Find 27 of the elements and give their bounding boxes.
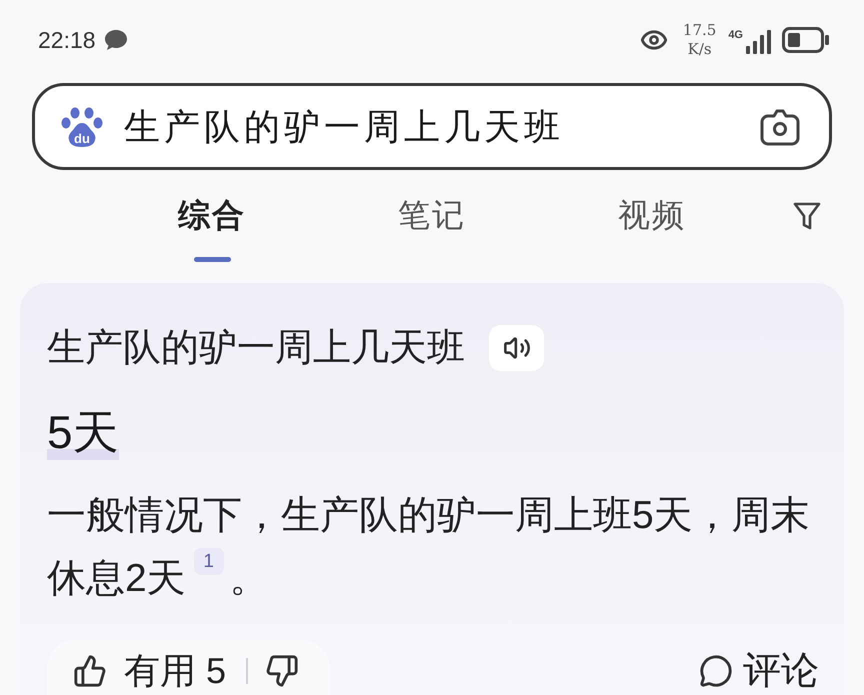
question-title: 生产队的驴一周上几天班	[47, 326, 465, 371]
comment-icon	[699, 654, 733, 688]
network-speed-value: 17.5	[682, 23, 716, 38]
search-bar[interactable]: du 生产队的驴一周上几天班	[32, 83, 832, 170]
citation-link[interactable]: 1	[194, 548, 224, 575]
tab[interactable]: 笔记	[398, 195, 466, 235]
filter-button[interactable]	[793, 201, 821, 231]
tab[interactable]: 综合	[178, 195, 246, 235]
network-speed-unit: K/s	[688, 42, 712, 57]
camera-button[interactable]	[759, 106, 801, 146]
clock-time: 22:18	[38, 28, 96, 52]
answer-text: 一般情况下，生产队的驴一周上班5天，周末休息2天 1 。	[47, 493, 811, 602]
thumbs-up-icon	[73, 654, 107, 688]
battery-icon	[782, 27, 830, 53]
chat-bubble-icon	[104, 29, 128, 51]
thumbs-down-icon	[265, 654, 300, 688]
speaker-button[interactable]	[489, 325, 544, 371]
paw-logo: du	[60, 106, 104, 148]
search-field[interactable]: 生产队的驴一周上几天班	[124, 100, 759, 154]
camera-icon	[759, 108, 801, 146]
comment-button[interactable]: 评论	[699, 640, 819, 695]
network-type: 4G	[728, 30, 743, 40]
funnel-icon	[793, 201, 821, 231]
tab[interactable]: 视频	[618, 195, 686, 235]
useful-button[interactable]: 有用 5	[73, 648, 226, 692]
signal-icon	[746, 30, 772, 54]
dislike-button[interactable]	[265, 654, 300, 688]
